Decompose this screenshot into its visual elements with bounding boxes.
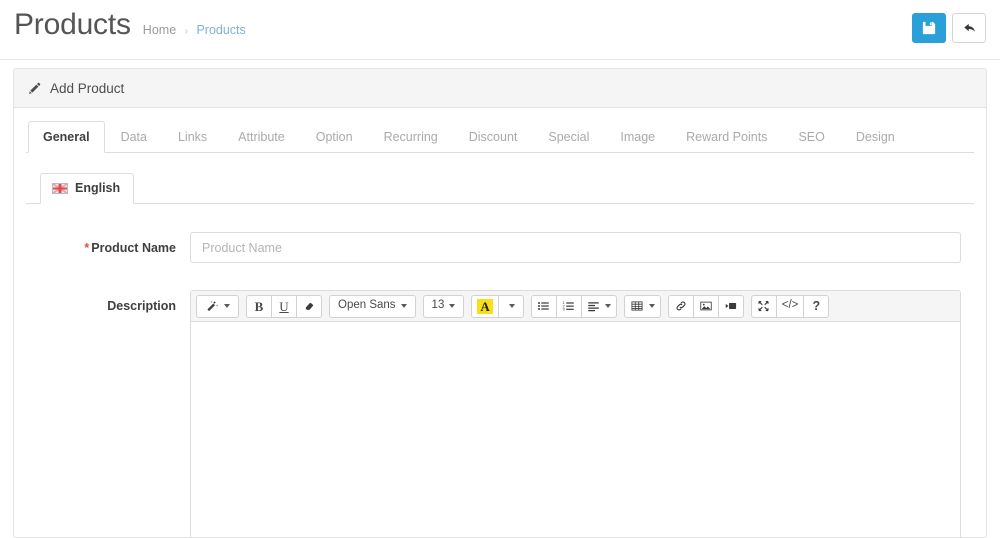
breadcrumb-separator: › xyxy=(184,26,188,37)
table-icon xyxy=(630,300,644,312)
svg-text:3: 3 xyxy=(563,307,565,312)
chevron-down-icon xyxy=(449,304,456,308)
code-view-button[interactable]: </> xyxy=(775,294,805,318)
language-tab-english[interactable]: English xyxy=(40,173,135,204)
panel-body: General Data Links Attribute Option Recu… xyxy=(14,108,986,537)
description-label: Description xyxy=(107,299,176,313)
description-control: B U Open Sans 13 A 1 2 3 </> ? xyxy=(190,290,974,537)
picture-button[interactable] xyxy=(692,294,719,318)
font-family-group: Open Sans xyxy=(329,294,416,318)
table-button[interactable] xyxy=(623,294,661,318)
language-tabs: English xyxy=(26,172,974,204)
tab-links[interactable]: Links xyxy=(163,121,222,153)
tab-data[interactable]: Data xyxy=(106,121,162,153)
product-form: *Product Name Description xyxy=(26,204,974,537)
font-size-group: 13 xyxy=(422,294,465,318)
font-size-dropdown[interactable]: 13 xyxy=(422,294,465,318)
page-title: Products xyxy=(14,8,131,41)
panel-heading-title: Add Product xyxy=(50,80,125,96)
back-button[interactable] xyxy=(952,13,986,43)
page-title-wrap: Products Home › Products xyxy=(14,6,246,44)
underline-button[interactable]: U xyxy=(271,294,297,318)
tab-special[interactable]: Special xyxy=(533,121,604,153)
font-color-dropdown[interactable] xyxy=(497,294,524,318)
pencil-icon xyxy=(28,82,41,95)
font-name-value: Open Sans xyxy=(338,299,396,312)
flag-gb-icon xyxy=(52,182,68,194)
rich-text-editor: B U Open Sans 13 A 1 2 3 </> ? xyxy=(190,290,961,537)
tab-recurring[interactable]: Recurring xyxy=(369,121,453,153)
unordered-list-button[interactable] xyxy=(530,294,557,318)
breadcrumb-item-home[interactable]: Home xyxy=(143,23,176,37)
page-header: Products Home › Products xyxy=(0,0,1000,60)
magic-wand-button[interactable] xyxy=(196,294,239,318)
ordered-list-button[interactable]: 1 2 3 xyxy=(555,294,582,318)
fullscreen-button[interactable] xyxy=(750,294,777,318)
magic-wand-icon xyxy=(205,300,219,313)
header-actions xyxy=(912,13,986,43)
paragraph-align-button[interactable] xyxy=(580,294,617,318)
breadcrumb-item-products[interactable]: Products xyxy=(196,23,245,37)
tab-design[interactable]: Design xyxy=(841,121,910,153)
chevron-down-icon xyxy=(224,304,230,308)
tab-attribute[interactable]: Attribute xyxy=(223,121,300,153)
font-color-icon: A xyxy=(477,298,493,314)
chevron-down-icon xyxy=(648,304,655,308)
list-group: 1 2 3 xyxy=(530,294,617,318)
table-group xyxy=(623,294,661,318)
description-editor-body[interactable] xyxy=(191,322,960,537)
tab-discount[interactable]: Discount xyxy=(454,121,533,153)
remove-format-button[interactable] xyxy=(296,294,322,318)
link-button[interactable] xyxy=(667,294,694,318)
align-left-icon xyxy=(587,300,600,312)
link-icon xyxy=(674,300,688,312)
required-marker: * xyxy=(84,241,90,255)
save-button[interactable] xyxy=(912,13,946,43)
tab-general[interactable]: General xyxy=(28,121,105,153)
editor-toolbar: B U Open Sans 13 A 1 2 3 </> ? xyxy=(191,291,960,322)
chevron-down-icon xyxy=(400,304,407,308)
chevron-down-icon xyxy=(508,304,515,308)
bold-button[interactable]: B xyxy=(246,294,272,318)
question-mark-icon: ? xyxy=(812,298,821,313)
underline-icon: U xyxy=(279,298,289,314)
font-name-dropdown[interactable]: Open Sans xyxy=(329,294,416,318)
code-icon: </> xyxy=(781,299,799,312)
product-name-label: * Product Name xyxy=(26,232,190,257)
breadcrumb: Home › Products xyxy=(143,20,246,42)
save-icon xyxy=(922,21,936,35)
chevron-down-icon xyxy=(604,304,611,308)
product-name-control xyxy=(190,232,974,263)
view-group: </> ? xyxy=(750,294,830,318)
picture-icon xyxy=(699,300,713,312)
font-color-button[interactable]: A xyxy=(471,294,499,318)
insert-group xyxy=(667,294,744,318)
fullscreen-icon xyxy=(757,300,770,312)
font-style-group: B U xyxy=(246,294,322,318)
eraser-icon xyxy=(303,300,316,312)
ordered-list-icon: 1 2 3 xyxy=(562,300,575,312)
font-size-value: 13 xyxy=(431,299,445,312)
product-name-input[interactable] xyxy=(190,232,961,263)
panel-heading: Add Product xyxy=(14,69,986,108)
tab-seo[interactable]: SEO xyxy=(783,121,839,153)
unordered-list-icon xyxy=(537,300,550,312)
video-icon xyxy=(724,300,738,312)
product-name-label-text: Product Name xyxy=(91,241,176,255)
tab-image[interactable]: Image xyxy=(605,121,670,153)
back-arrow-icon xyxy=(962,21,977,36)
form-row-description: Description B U Open Sans 13 A 1 2 3 </>… xyxy=(26,290,974,537)
style-group xyxy=(196,294,239,318)
language-tab-label: English xyxy=(75,180,121,195)
help-button[interactable]: ? xyxy=(803,294,830,318)
form-row-product-name: * Product Name xyxy=(26,232,974,263)
bold-icon: B xyxy=(254,298,264,314)
tab-reward-points[interactable]: Reward Points xyxy=(671,121,782,153)
video-button[interactable] xyxy=(717,294,744,318)
color-group: A xyxy=(471,294,524,318)
tab-option[interactable]: Option xyxy=(301,121,368,153)
main-tabs: General Data Links Attribute Option Recu… xyxy=(26,120,974,153)
add-product-panel: Add Product General Data Links Attribute… xyxy=(13,68,987,538)
